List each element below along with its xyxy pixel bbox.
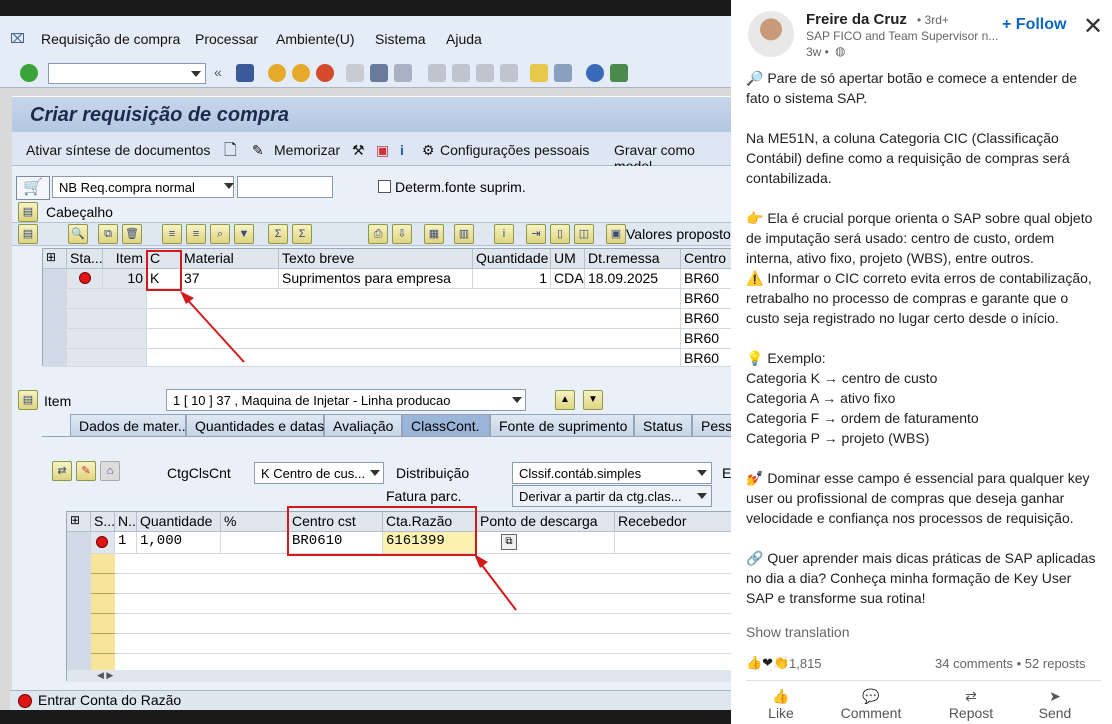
post-paragraph: 🔗 Quer aprender mais dicas práticas de S…	[746, 550, 1096, 606]
bottom-strip	[0, 710, 731, 724]
like-button[interactable]: 👍 Like	[751, 688, 811, 721]
error-icon	[18, 694, 32, 708]
comment-icon: 💬	[862, 688, 880, 704]
comment-button[interactable]: 💬 Comment	[835, 688, 907, 721]
post-paragraph: 💡 Exemplo:	[746, 350, 826, 366]
comments-reposts[interactable]: 34 comments • 52 reposts	[935, 656, 1086, 671]
post-paragraph: 🔎 Pare de só apertar botão e comece a en…	[746, 70, 1078, 106]
example-line: Categoria K → centro de custo	[746, 370, 938, 386]
repost-icon: ⇄	[965, 688, 977, 704]
close-icon[interactable]: ✕	[1083, 12, 1103, 41]
show-translation-link[interactable]: Show translation	[746, 622, 850, 642]
follow-button[interactable]: + Follow	[1002, 16, 1066, 34]
post-time: 3w •	[806, 45, 829, 59]
post-paragraph: ⚠️ Informar o CIC correto evita erros de…	[746, 270, 1092, 326]
reaction-icons[interactable]: 👍❤👏	[746, 655, 789, 671]
repost-button[interactable]: ⇄ Repost	[941, 688, 1001, 721]
annotation-arrows	[180, 291, 517, 611]
send-button[interactable]: ➤ Send	[1025, 688, 1085, 721]
sap-window: ⌧ Requisição de compra Processar Ambient…	[0, 0, 731, 724]
post-paragraph: Na ME51N, a coluna Categoria CIC (Classi…	[746, 130, 1070, 186]
post-paragraph: 👉 Ela é crucial porque orienta o SAP sob…	[746, 210, 1093, 266]
example-line: Categoria F → ordem de faturamento	[746, 410, 979, 426]
example-line: Categoria P → projeto (WBS)	[746, 430, 930, 446]
status-message: Entrar Conta do Razão	[38, 692, 182, 708]
example-line: Categoria A → ativo fixo	[746, 390, 896, 406]
connection-degree: • 3rd+	[917, 13, 949, 27]
globe-icon: ◍	[835, 44, 846, 58]
author-headline: SAP FICO and Team Supervisor n...	[806, 29, 999, 43]
like-icon: 👍	[772, 688, 790, 704]
author-name[interactable]: Freire da Cruz	[806, 11, 907, 28]
post-paragraph: 💅 Dominar esse campo é essencial para qu…	[746, 470, 1090, 526]
reaction-count[interactable]: 1,815	[789, 656, 822, 671]
status-bar: Entrar Conta do Razão	[10, 690, 731, 710]
send-icon: ➤	[1049, 688, 1061, 704]
divider	[746, 680, 1101, 681]
avatar[interactable]	[748, 11, 794, 57]
linkedin-post-panel: Freire da Cruz • 3rd+ SAP FICO and Team …	[731, 0, 1112, 724]
